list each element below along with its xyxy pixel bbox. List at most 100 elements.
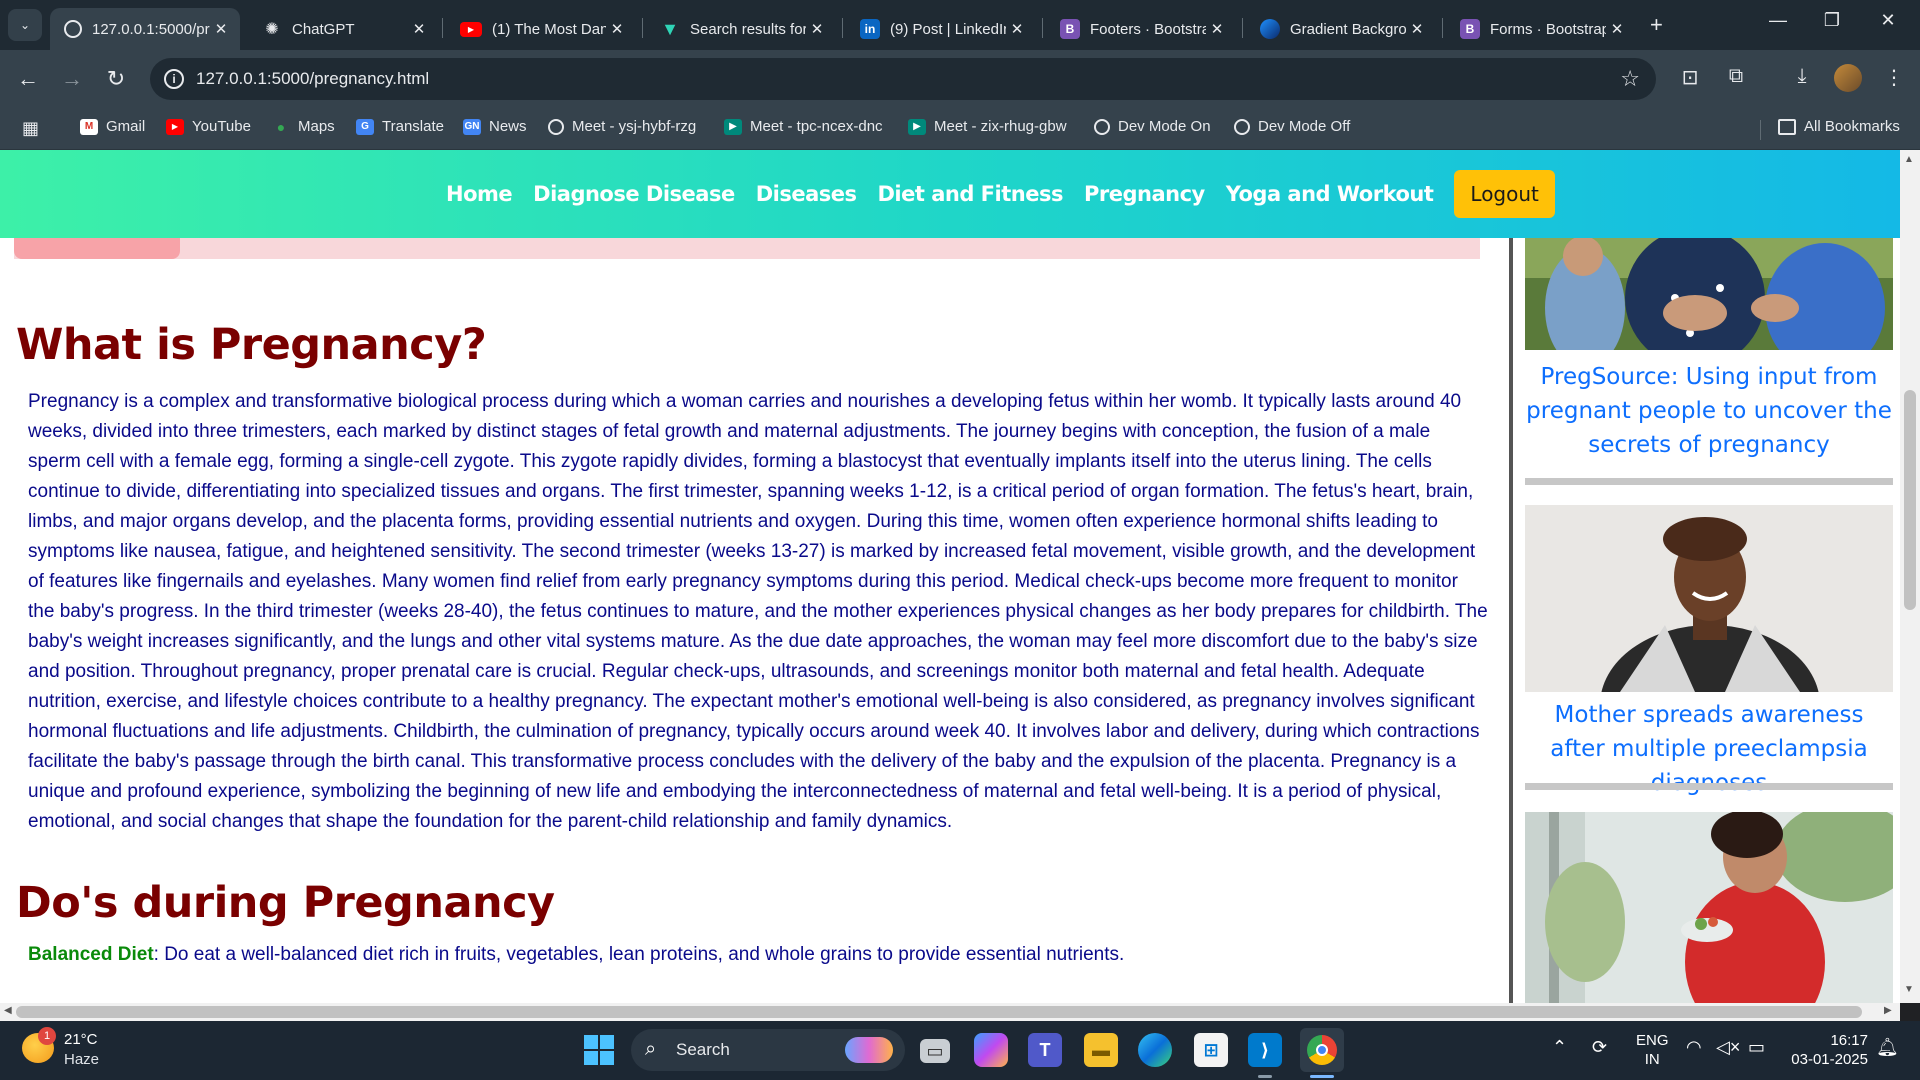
back-button[interactable]: ← [12,63,44,95]
lens-icon[interactable]: ⊡ [1676,65,1704,90]
nav-diet-and-fitness[interactable]: Diet and Fitness [878,182,1064,206]
pregnancy-paragraph: Pregnancy is a complex and transformativ… [28,391,1488,832]
close-tab-icon[interactable]: ✕ [1606,20,1628,38]
scroll-up-icon[interactable]: ▲ [1904,154,1914,165]
date: 03-01-2025 [1791,1051,1868,1068]
scroll-left-icon[interactable]: ◀ [4,1005,12,1016]
show-hidden-icons[interactable]: ⌃ [1552,1037,1567,1058]
nav-diagnose-disease[interactable]: Diagnose Disease [533,182,735,206]
tab-linkedin[interactable]: in (9) Post | LinkedIn ✕ [846,8,1036,50]
close-tab-icon[interactable]: ✕ [606,20,628,38]
address-bar[interactable]: i 127.0.0.1:5000/pregnancy.html ☆ [150,58,1656,100]
close-window-button[interactable]: ✕ [1868,10,1908,31]
bookmark-meet-1[interactable]: Meet - ysj-hybf-rzg [548,118,696,135]
article-title-pregsource[interactable]: PregSource: Using input from pregnant pe… [1525,360,1893,462]
globe-icon [548,118,564,135]
logout-button[interactable]: Logout [1454,170,1555,218]
bookmark-star-icon[interactable]: ☆ [1620,66,1640,92]
nav-home[interactable]: Home [446,182,513,206]
teams-icon[interactable]: T [1028,1033,1062,1067]
tab-gradient-background[interactable]: Gradient Background ✕ [1246,8,1436,50]
article-image-mother[interactable] [1525,505,1893,692]
battery-icon[interactable]: ▭ [1748,1037,1765,1058]
taskbar-search[interactable]: ⌕ Search [631,1029,905,1071]
close-tab-icon[interactable]: ✕ [408,20,430,38]
clock[interactable]: 16:17 03-01-2025 [1788,1031,1868,1069]
tab-strip: ⌄ 127.0.0.1:5000/pregnancy.html ✕ ✺ Chat… [0,0,1920,50]
reload-button[interactable]: ↻ [100,63,132,95]
scroll-down-icon[interactable]: ▼ [1904,984,1914,995]
article-image-family[interactable] [1525,238,1893,350]
scroll-right-icon[interactable]: ▶ [1884,1005,1892,1016]
nav-diseases[interactable]: Diseases [756,182,857,206]
tab-title: Gradient Background [1290,20,1406,38]
tab-footers-bootstrap[interactable]: B Footers · Bootstrap ✕ [1046,8,1236,50]
horizontal-scrollbar[interactable]: ◀ ▶ [0,1003,1900,1021]
article-image-pregnant-nutrition[interactable] [1525,812,1893,1003]
menu-icon[interactable]: ⋮ [1880,65,1908,90]
bookmark-translate[interactable]: G Translate [356,118,444,135]
extensions-icon[interactable]: ⧉ [1722,65,1750,88]
card-separator [1525,478,1893,485]
edge-icon[interactable] [1138,1033,1172,1067]
tab-separator [1442,18,1443,38]
tab-forms-bootstrap[interactable]: B Forms · Bootstrap ✕ [1446,8,1636,50]
tab-search-results[interactable]: ▼ Search results for ✕ [646,8,836,50]
vscode-icon[interactable]: ⟩ [1248,1033,1282,1067]
globe-icon [64,20,82,38]
forward-button[interactable]: → [56,63,88,95]
scrollbar-thumb[interactable] [16,1006,1862,1018]
language-indicator[interactable]: ENG IN [1636,1031,1669,1069]
close-tab-icon[interactable]: ✕ [1206,20,1228,38]
volume-muted-icon[interactable]: ◁× [1716,1037,1740,1058]
bookmark-meet-3[interactable]: ▶ Meet - zix-rhug-gbw [908,118,1067,135]
task-view-icon[interactable]: ▭ [920,1039,950,1063]
all-bookmarks[interactable]: All Bookmarks [1778,118,1900,135]
notifications-bell-icon[interactable]: 🔔︎ [1876,1037,1899,1058]
tab-search-button[interactable]: ⌄ [8,9,42,41]
tab-youtube[interactable]: ▶ (1) The Most Dangerous ✕ [446,8,636,50]
close-tab-icon[interactable]: ✕ [1006,20,1028,38]
store-icon[interactable]: ⊞ [1194,1033,1228,1067]
bookmark-dev-mode-off[interactable]: Dev Mode Off [1234,118,1350,135]
chatgpt-icon: ✺ [265,21,279,38]
download-icon[interactable]: ⤓ [1788,65,1816,88]
site-navbar: Home Diagnose Disease Diseases Diet and … [0,150,1900,238]
close-tab-icon[interactable]: ✕ [806,20,828,38]
url-text[interactable]: 127.0.0.1:5000/pregnancy.html [196,69,429,89]
bookmark-label: Meet - tpc-ncex-dnc [750,118,883,135]
bookmark-youtube[interactable]: ▶ YouTube [166,118,251,135]
tab-chatgpt[interactable]: ✺ ChatGPT ✕ [248,8,438,50]
tab-title: ChatGPT [292,20,355,38]
bookmark-dev-mode-on[interactable]: Dev Mode On [1094,118,1211,135]
windows-logo-icon [600,1035,614,1049]
bookmark-gmail[interactable]: M Gmail [80,118,145,135]
bookmark-maps[interactable]: ● Maps [272,118,335,135]
bookmark-meet-2[interactable]: ▶ Meet - tpc-ncex-dnc [724,118,883,135]
vuetify-icon: ▼ [661,18,679,39]
alert-button[interactable] [14,238,180,259]
scrollbar-thumb[interactable] [1904,390,1916,610]
bookmark-news[interactable]: GN News [463,118,527,135]
tab-pregnancy[interactable]: 127.0.0.1:5000/pregnancy.html ✕ [50,8,240,50]
close-tab-icon[interactable]: ✕ [1406,20,1428,38]
bookmark-label: Meet - ysj-hybf-rzg [572,118,697,135]
chrome-icon[interactable] [1300,1028,1344,1072]
nav-yoga-and-workout[interactable]: Yoga and Workout [1226,182,1434,206]
file-explorer-icon[interactable]: ▬ [1084,1033,1118,1067]
vertical-scrollbar[interactable]: ▲ ▼ [1900,150,1920,1003]
language-code: ENG [1636,1032,1669,1049]
restore-button[interactable]: ❐ [1812,10,1852,31]
minimize-button[interactable]: — [1758,10,1798,31]
apps-icon[interactable]: ▦ [22,118,39,139]
sync-icon[interactable]: ⟳ [1592,1037,1607,1058]
close-tab-icon[interactable]: ✕ [210,20,232,38]
copilot-icon[interactable] [974,1033,1008,1067]
nav-pregnancy[interactable]: Pregnancy [1084,182,1205,206]
new-tab-button[interactable]: + [1650,12,1663,38]
site-info-icon[interactable]: i [164,69,184,89]
youtube-icon: ▶ [166,118,184,135]
wifi-icon[interactable]: ◠ [1686,1037,1702,1058]
start-button[interactable] [584,1035,614,1065]
profile-avatar[interactable] [1834,64,1862,92]
